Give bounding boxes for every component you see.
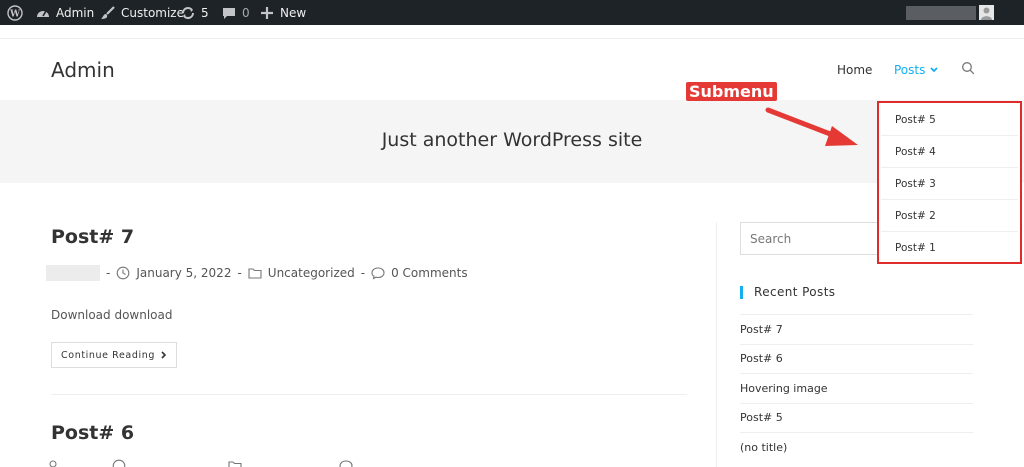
site-header: Admin Home Posts bbox=[0, 38, 1024, 100]
submenu-item[interactable]: Post# 1 bbox=[881, 232, 1018, 264]
submenu-item[interactable]: Post# 4 bbox=[881, 136, 1018, 168]
wordpress-logo-icon[interactable]: W bbox=[7, 0, 23, 25]
nav-item-posts[interactable]: Posts bbox=[894, 63, 938, 77]
recent-posts-list: Post# 7 Post# 6 Hovering image Post# 5 (… bbox=[740, 314, 973, 462]
folder-icon bbox=[228, 461, 242, 467]
post-title[interactable]: Post# 7 bbox=[51, 226, 134, 248]
page-header-banner: Just another WordPress site bbox=[0, 100, 1024, 183]
comment-icon bbox=[339, 460, 353, 467]
post-comments-link[interactable]: 0 Comments bbox=[391, 266, 468, 280]
folder-icon bbox=[248, 268, 262, 279]
site-name-label: Admin bbox=[56, 5, 95, 20]
recent-post-link[interactable]: Post# 5 bbox=[740, 402, 973, 433]
avatar-icon bbox=[981, 7, 992, 20]
post-meta: - January 5, 2022 - Uncategorized - 0 Co… bbox=[46, 265, 468, 281]
dashboard-icon bbox=[37, 10, 49, 17]
search-icon[interactable] bbox=[961, 61, 975, 75]
posts-submenu: Post# 5 Post# 4 Post# 3 Post# 2 Post# 1 bbox=[877, 101, 1022, 264]
chevron-down-icon bbox=[930, 67, 938, 73]
submenu-annotation-label: Submenu bbox=[686, 82, 777, 101]
site-name-link[interactable]: Admin bbox=[35, 0, 94, 25]
post-meta-partial bbox=[46, 459, 353, 467]
recent-posts-heading: Recent Posts bbox=[740, 285, 835, 299]
submenu-item[interactable]: Post# 3 bbox=[881, 168, 1018, 200]
comment-icon bbox=[223, 7, 235, 19]
brush-icon bbox=[101, 5, 115, 19]
site-tagline: Just another WordPress site bbox=[381, 129, 643, 151]
customize-label: Customize bbox=[121, 5, 184, 20]
admin-bar: W Admin Customize 5 0 New bbox=[0, 0, 1024, 25]
submenu-item[interactable]: Post# 5 bbox=[881, 104, 1018, 136]
updates-link[interactable]: 5 bbox=[180, 0, 209, 25]
sidebar-divider bbox=[716, 222, 717, 467]
recent-post-link[interactable]: Hovering image bbox=[740, 373, 973, 403]
author-redacted[interactable] bbox=[46, 265, 100, 281]
customize-link[interactable]: Customize bbox=[100, 0, 184, 25]
updates-icon bbox=[182, 6, 194, 19]
new-content-link[interactable]: New bbox=[259, 0, 306, 25]
site-title[interactable]: Admin bbox=[51, 58, 115, 82]
user-avatar[interactable] bbox=[979, 5, 994, 20]
svg-text:W: W bbox=[9, 9, 21, 19]
comments-link[interactable]: 0 bbox=[221, 0, 250, 25]
post-date: January 5, 2022 bbox=[136, 266, 232, 280]
post-category[interactable]: Uncategorized bbox=[268, 266, 355, 280]
heading-accent-bar bbox=[740, 285, 743, 299]
meta-separator: - bbox=[360, 266, 366, 280]
clock-icon bbox=[112, 459, 126, 467]
recent-post-link[interactable]: Post# 7 bbox=[740, 314, 973, 344]
continue-reading-label: Continue Reading bbox=[61, 349, 155, 361]
updates-count: 5 bbox=[201, 5, 209, 20]
plus-icon bbox=[261, 6, 273, 19]
comment-icon bbox=[371, 267, 385, 280]
post-title[interactable]: Post# 6 bbox=[51, 422, 134, 444]
search-placeholder: Search bbox=[750, 231, 792, 246]
new-label: New bbox=[280, 5, 307, 20]
recent-posts-title: Recent Posts bbox=[754, 285, 836, 299]
user-name-redacted[interactable] bbox=[906, 6, 976, 20]
chevron-right-icon bbox=[161, 351, 167, 359]
user-icon bbox=[49, 460, 57, 467]
continue-reading-button[interactable]: Continue Reading bbox=[51, 342, 177, 368]
clock-icon bbox=[116, 266, 130, 280]
post-excerpt: Download download bbox=[51, 308, 173, 322]
meta-separator: - bbox=[237, 266, 242, 280]
sidebar-search-input[interactable]: Search bbox=[740, 222, 900, 255]
recent-post-link[interactable]: Post# 6 bbox=[740, 343, 973, 374]
recent-post-link[interactable]: (no title) bbox=[740, 432, 973, 462]
meta-separator: - bbox=[106, 266, 111, 280]
nav-item-home[interactable]: Home bbox=[837, 63, 872, 77]
comments-count: 0 bbox=[242, 5, 250, 20]
submenu-item[interactable]: Post# 2 bbox=[881, 200, 1018, 232]
nav-posts-label: Posts bbox=[894, 63, 926, 77]
post-divider bbox=[51, 394, 687, 395]
